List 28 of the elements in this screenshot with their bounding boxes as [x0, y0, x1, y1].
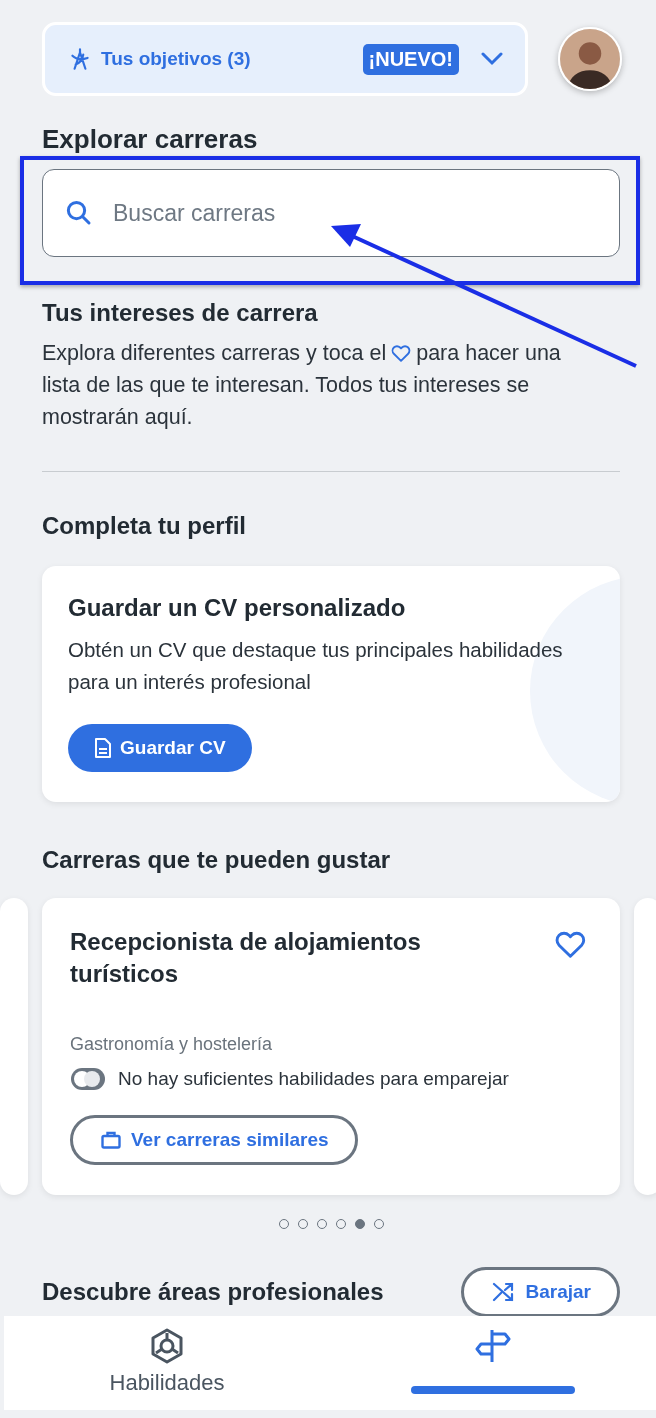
save-cv-button[interactable]: Guardar CV [68, 724, 252, 772]
card-title: Guardar un CV personalizado [68, 593, 406, 623]
search-field[interactable]: Buscar carreras [42, 169, 620, 257]
interests-text: para hacer una [416, 340, 561, 367]
career-title: Recepcionista de alojamientos turísticos [70, 927, 422, 989]
section-title: Completa tu perfil [42, 512, 247, 540]
card-text: Obtén un CV que destaque tus principales habilidades para un interés profesional [68, 637, 564, 695]
interests-text: lista de las que te interesan. Todos tus intereses se mostrarán aquí. [42, 372, 531, 431]
career-category: Gastronomía y hostelería [70, 1034, 273, 1055]
interests-text: Explora diferentes carreras y toca el [42, 340, 387, 367]
toggle-icon [70, 1067, 106, 1091]
section-title: Carreras que te pueden gustar [42, 846, 392, 874]
goals-dropdown[interactable]: Tus objetivos (3) ¡NUEVO! [42, 22, 528, 96]
signpost-icon [475, 1328, 511, 1364]
document-icon [94, 737, 112, 759]
match-text: No hay suficientes habilidades para emparejar [118, 1068, 509, 1090]
section-title: Tus intereses de carrera [42, 299, 319, 327]
avatar[interactable] [558, 27, 622, 91]
page-dot[interactable] [354, 1219, 365, 1229]
shuffle-button[interactable]: Barajar [460, 1267, 620, 1317]
shuffle-icon [491, 1281, 516, 1303]
section-title: Explorar carreras [42, 124, 259, 155]
chevron-icon [481, 52, 503, 66]
hexagon-icon [150, 1328, 184, 1364]
briefcase-icon [101, 1131, 121, 1149]
similar-careers-button[interactable]: Ver carreras similares [70, 1115, 358, 1165]
heart-icon [390, 342, 413, 364]
section-title: Descubre áreas profesionales [42, 1278, 384, 1306]
